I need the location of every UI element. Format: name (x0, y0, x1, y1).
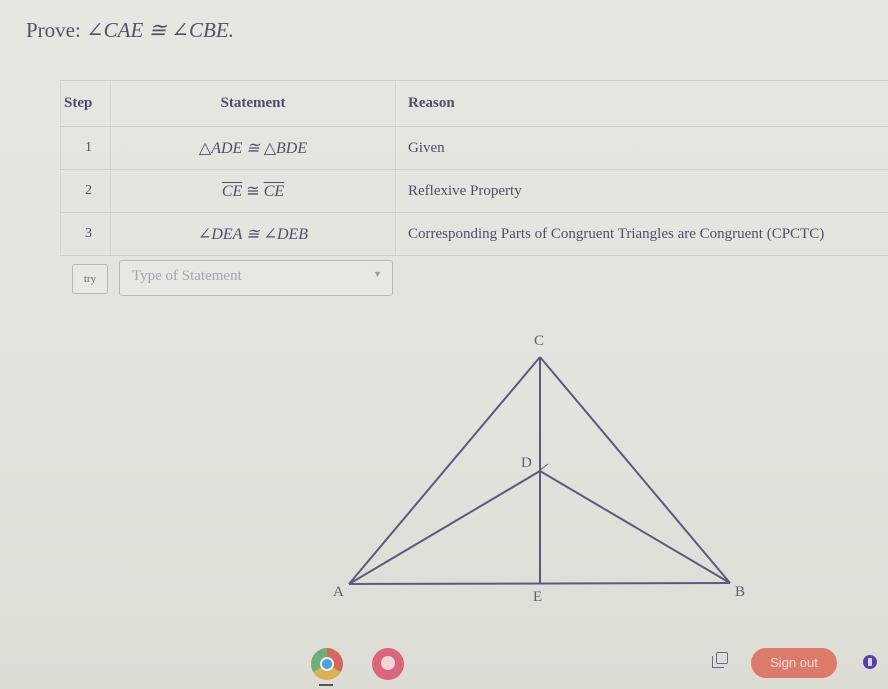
label-c: C (534, 333, 545, 349)
label-d: D (521, 455, 532, 471)
segment-ac (348, 356, 541, 585)
app-icon-glyph (381, 656, 395, 670)
segment-ad (348, 470, 541, 585)
segment-bd (539, 470, 731, 584)
segment-bc (539, 356, 731, 584)
chrome-icon[interactable] (311, 648, 343, 680)
chrome-center (320, 657, 334, 671)
battery-icon[interactable] (863, 655, 877, 669)
sign-out-button[interactable]: Sign out (751, 648, 837, 678)
triangle-diagram (348, 356, 731, 585)
active-app-indicator (319, 684, 333, 686)
screen-capture-icon[interactable] (712, 652, 728, 668)
label-a: A (333, 584, 344, 600)
label-e: E (533, 589, 543, 605)
app-icon[interactable] (372, 648, 404, 680)
label-b: B (735, 584, 746, 600)
